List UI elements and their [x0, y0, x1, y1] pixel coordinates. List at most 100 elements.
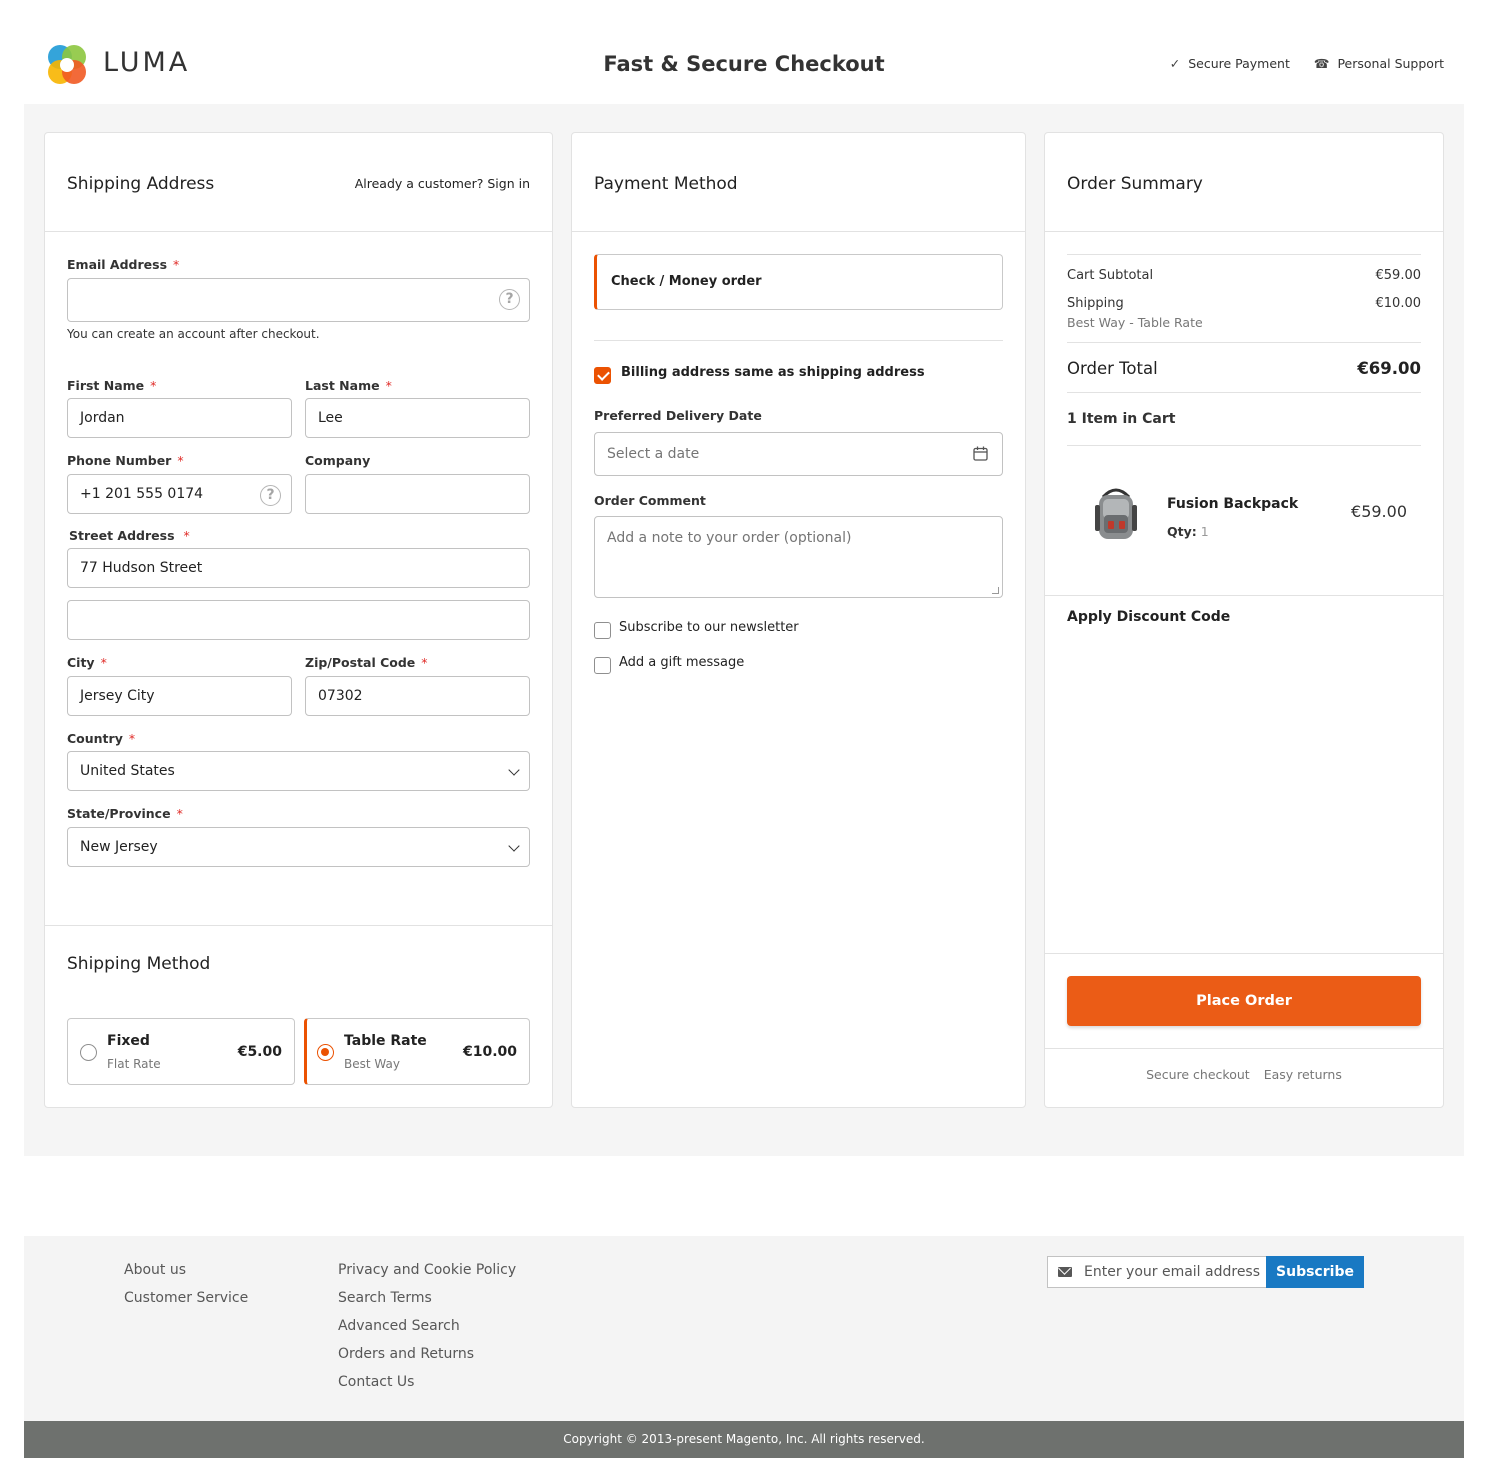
email-note: You can create an account after checkout… [67, 327, 320, 341]
shipping-panel: Shipping Address Already a customer? Sig… [44, 132, 553, 1108]
payment-option-check[interactable]: Check / Money order [594, 254, 1003, 310]
zip-field[interactable]: 07302 [305, 676, 530, 716]
header: LUMA Fast & Secure Checkout ✓ Secure Paym… [0, 0, 1488, 104]
state-label: State/Province * [67, 806, 183, 821]
email-label: Email Address * [67, 257, 180, 272]
country-select[interactable]: United States [67, 751, 530, 791]
newsletter-placeholder: Enter your email address [1084, 1264, 1261, 1280]
sign-in-link[interactable]: Already a customer? Sign in [355, 175, 530, 193]
street-line2-field[interactable] [67, 600, 530, 640]
newsletter-label[interactable]: Subscribe to our newsletter [619, 619, 799, 637]
first-name-label: First Name * [67, 378, 157, 393]
order-total-value: €69.00 [1357, 359, 1421, 378]
order-total-label: Order Total [1067, 359, 1158, 378]
footer-link-advanced-search[interactable]: Advanced Search [338, 1312, 516, 1340]
city-field[interactable]: Jersey City [67, 676, 292, 716]
divider [1045, 595, 1443, 596]
shipping-label: Shipping [1067, 296, 1124, 311]
footer-links-col2: Privacy and Cookie Policy Search Terms A… [338, 1256, 516, 1396]
secure-checkout-text: Secure checkout [1146, 1067, 1250, 1082]
help-icon[interactable]: ? [499, 289, 520, 310]
help-icon[interactable]: ? [260, 485, 281, 506]
footer-link-about[interactable]: About us [124, 1256, 248, 1284]
cart-subtotal-row: Cart Subtotal €59.00 [1067, 267, 1421, 285]
cart-subtotal-label: Cart Subtotal [1067, 268, 1154, 283]
divider [1045, 231, 1443, 232]
product-qty: Qty: 1 [1167, 524, 1209, 539]
backpack-thumbnail [1095, 488, 1137, 539]
last-name-field[interactable]: Lee [305, 398, 530, 438]
shipping-option-name: Fixed [107, 1033, 150, 1049]
check-icon: ✓ [1169, 56, 1181, 71]
shipping-option-table-rate[interactable]: Table Rate Best Way €10.00 [304, 1018, 530, 1085]
order-summary-panel: Order Summary Cart Subtotal €59.00 Shippi… [1044, 132, 1444, 1108]
trust-badges: Secure checkout Easy returns [1045, 1067, 1443, 1083]
street-line1-field[interactable]: 77 Hudson Street [67, 548, 530, 588]
gift-message-label[interactable]: Add a gift message [619, 654, 744, 672]
country-value: United States [80, 763, 175, 779]
divider [45, 925, 552, 926]
newsletter-email-input[interactable]: Enter your email address [1047, 1256, 1267, 1288]
email-field[interactable] [67, 278, 530, 322]
shipping-option-fixed[interactable]: Fixed Flat Rate €5.00 [67, 1018, 295, 1085]
gift-message-checkbox[interactable] [594, 657, 611, 674]
apply-discount-toggle[interactable]: Apply Discount Code [1067, 608, 1230, 626]
footer-link-orders-returns[interactable]: Orders and Returns [338, 1340, 516, 1368]
personal-support-badge: ☎ Personal Support [1314, 56, 1444, 72]
radio-button-selected[interactable] [317, 1044, 334, 1061]
company-field[interactable] [305, 474, 530, 514]
secure-payment-label: Secure Payment [1188, 56, 1290, 71]
subscribe-button[interactable]: Subscribe [1266, 1256, 1364, 1288]
divider [1045, 1048, 1443, 1049]
state-value: New Jersey [80, 839, 158, 855]
footer-link-contact[interactable]: Contact Us [338, 1368, 516, 1396]
secure-payment-badge: ✓ Secure Payment [1170, 56, 1290, 72]
delivery-date-field[interactable]: Select a date [594, 432, 1003, 476]
radio-button[interactable] [80, 1044, 97, 1061]
first-name-field[interactable]: Jordan [67, 398, 292, 438]
cart-subtotal-value: €59.00 [1375, 268, 1422, 283]
shipping-row: Shipping €10.00 [1067, 295, 1421, 313]
product-name[interactable]: Fusion Backpack [1167, 495, 1298, 513]
shipping-option-sub: Best Way [344, 1057, 400, 1071]
shipping-method-name: Best Way - Table Rate [1067, 315, 1203, 330]
company-label: Company [305, 453, 371, 468]
footer-link-privacy[interactable]: Privacy and Cookie Policy [338, 1256, 516, 1284]
phone-icon: ☎ [1313, 56, 1330, 71]
last-name-label: Last Name * [305, 378, 392, 393]
calendar-icon[interactable] [973, 446, 988, 461]
order-total-row: Order Total €69.00 [1067, 358, 1421, 380]
state-select[interactable]: New Jersey [67, 827, 530, 867]
order-summary-title: Order Summary [1067, 174, 1203, 194]
personal-support-label: Personal Support [1337, 56, 1444, 71]
street-label: Street Address * [69, 528, 190, 543]
chevron-down-icon [508, 764, 520, 776]
phone-label: Phone Number * [67, 453, 184, 468]
divider [45, 231, 552, 232]
footer-link-customer-service[interactable]: Customer Service [124, 1284, 248, 1312]
footer-link-search-terms[interactable]: Search Terms [338, 1284, 516, 1312]
phone-field[interactable]: +1 201 555 0174 [67, 474, 292, 514]
zip-label: Zip/Postal Code * [305, 655, 428, 670]
payment-panel: Payment Method Check / Money order Billi… [571, 132, 1026, 1108]
footer-links-col1: About us Customer Service [124, 1256, 248, 1312]
envelope-icon [1058, 1267, 1072, 1277]
divider [572, 231, 1025, 232]
shipping-address-title: Shipping Address [67, 174, 215, 194]
country-label: Country * [67, 731, 136, 746]
billing-same-checkbox[interactable] [594, 367, 611, 384]
place-order-button[interactable]: Place Order [1067, 976, 1421, 1026]
billing-same-label[interactable]: Billing address same as shipping address [621, 364, 925, 382]
items-in-cart[interactable]: 1 Item in Cart [1067, 410, 1175, 428]
order-comment-field[interactable]: Add a note to your order (optional) [594, 516, 1003, 598]
footer: About us Customer Service Privacy and Co… [24, 1236, 1464, 1421]
divider [1067, 392, 1421, 393]
resize-grip-icon[interactable] [992, 587, 999, 594]
divider [1067, 254, 1421, 255]
delivery-date-label: Preferred Delivery Date [594, 408, 762, 423]
newsletter-checkbox[interactable] [594, 622, 611, 639]
chevron-down-icon [508, 840, 520, 852]
checkout-main: Shipping Address Already a customer? Sig… [24, 104, 1464, 1156]
divider [1045, 953, 1443, 954]
divider [594, 340, 1003, 341]
